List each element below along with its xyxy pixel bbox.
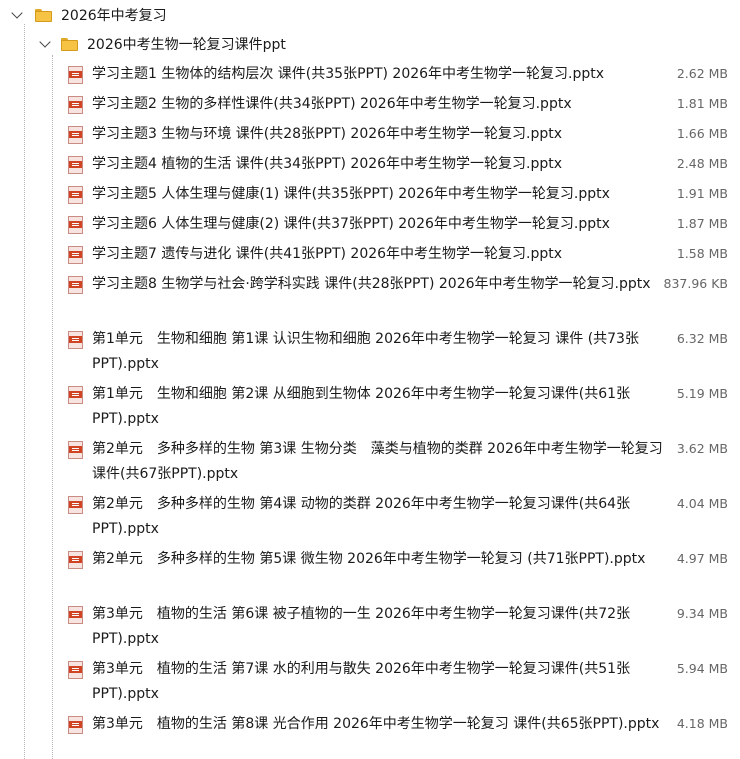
file-size: 5.94 MB bbox=[676, 661, 728, 676]
file-size: 4.04 MB bbox=[676, 496, 728, 511]
pptx-file-icon bbox=[68, 126, 83, 144]
file-name: 学习主题4 植物的生活 课件(共34张PPT) 2026年中考生物学一轮复习.p… bbox=[92, 156, 563, 172]
file-row[interactable]: 第3单元 植物的生活 第6课 被子植物的一生 2026年中考生物学一轮复习课件(… bbox=[0, 602, 740, 654]
root-folder-label: 2026年中考复习 bbox=[61, 8, 167, 24]
file-row[interactable]: 第1单元 生物和细胞 第2课 从细胞到生物体 2026年中考生物学一轮复习课件(… bbox=[0, 382, 740, 434]
file-size: 3.62 MB bbox=[676, 441, 728, 456]
file-name: 第1单元 生物和细胞 第2课 从细胞到生物体 2026年中考生物学一轮复习课件(… bbox=[92, 386, 631, 427]
file-name: 学习主题2 生物的多样性课件(共34张PPT) 2026年中考生物学一轮复习.p… bbox=[92, 96, 572, 112]
pptx-file-icon bbox=[68, 661, 83, 679]
file-row[interactable]: 第2单元 多种多样的生物 第3课 生物分类 藻类与植物的类群 2026年中考生物… bbox=[0, 437, 740, 489]
file-name: 第3单元 植物的生活 第7课 水的利用与散失 2026年中考生物学一轮复习课件(… bbox=[92, 661, 631, 702]
chevron-down-icon[interactable] bbox=[11, 7, 23, 19]
file-name: 第2单元 多种多样的生物 第3课 生物分类 藻类与植物的类群 2026年中考生物… bbox=[92, 441, 663, 482]
pptx-file-icon bbox=[68, 441, 83, 459]
file-size: 4.97 MB bbox=[676, 551, 728, 566]
file-row[interactable]: 第3单元 植物的生活 第7课 水的利用与散失 2026年中考生物学一轮复习课件(… bbox=[0, 657, 740, 709]
file-size: 1.81 MB bbox=[676, 96, 728, 111]
file-row[interactable]: 学习主题7 遗传与进化 课件(共41张PPT) 2026年中考生物学一轮复习.p… bbox=[0, 242, 740, 272]
tree-row-sub-folder[interactable]: 2026中考生物一轮复习课件ppt bbox=[0, 31, 740, 61]
file-name: 第3单元 植物的生活 第8课 光合作用 2026年中考生物学一轮复习 课件(共6… bbox=[92, 716, 660, 732]
file-row[interactable]: 学习主题2 生物的多样性课件(共34张PPT) 2026年中考生物学一轮复习.p… bbox=[0, 92, 740, 122]
file-row[interactable]: 第1单元 生物和细胞 第1课 认识生物和细胞 2026年中考生物学一轮复习 课件… bbox=[0, 327, 740, 379]
pptx-file-icon bbox=[68, 216, 83, 234]
file-name: 学习主题8 生物学与社会·跨学科实践 课件(共28张PPT) 2026年中考生物… bbox=[92, 276, 651, 292]
file-row[interactable]: 学习主题6 人体生理与健康(2) 课件(共37张PPT) 2026年中考生物学一… bbox=[0, 212, 740, 242]
file-size: 6.32 MB bbox=[676, 331, 728, 346]
file-name: 第3单元 植物的生活 第6课 被子植物的一生 2026年中考生物学一轮复习课件(… bbox=[92, 606, 631, 647]
pptx-file-icon bbox=[68, 96, 83, 114]
file-size: 4.18 MB bbox=[676, 716, 728, 731]
file-name: 学习主题7 遗传与进化 课件(共41张PPT) 2026年中考生物学一轮复习.p… bbox=[92, 246, 563, 262]
file-size: 1.66 MB bbox=[676, 126, 728, 141]
file-name: 学习主题5 人体生理与健康(1) 课件(共35张PPT) 2026年中考生物学一… bbox=[92, 186, 610, 202]
pptx-file-icon bbox=[68, 156, 83, 174]
file-row[interactable]: 第2单元 多种多样的生物 第5课 微生物 2026年中考生物学一轮复习 (共71… bbox=[0, 547, 740, 599]
pptx-file-icon bbox=[68, 606, 83, 624]
pptx-file-icon bbox=[68, 246, 83, 264]
folder-icon bbox=[61, 38, 78, 51]
file-name: 第2单元 多种多样的生物 第5课 微生物 2026年中考生物学一轮复习 (共71… bbox=[92, 551, 646, 567]
pptx-file-icon bbox=[68, 551, 83, 569]
file-size: 837.96 KB bbox=[663, 276, 728, 291]
pptx-file-icon bbox=[68, 496, 83, 514]
file-size: 1.58 MB bbox=[676, 246, 728, 261]
file-size: 1.91 MB bbox=[676, 186, 728, 201]
tree-row-root-folder[interactable]: 2026年中考复习 bbox=[0, 2, 740, 32]
file-row[interactable]: 学习主题1 生物体的结构层次 课件(共35张PPT) 2026年中考生物学一轮复… bbox=[0, 62, 740, 92]
pptx-file-icon bbox=[68, 66, 83, 84]
file-tree: 2026年中考复习 2026中考生物一轮复习课件ppt 学习主题1 生物体的结构… bbox=[0, 0, 740, 759]
sub-folder-label: 2026中考生物一轮复习课件ppt bbox=[87, 37, 286, 53]
file-row[interactable]: 学习主题3 生物与环境 课件(共28张PPT) 2026年中考生物学一轮复习.p… bbox=[0, 122, 740, 152]
file-name: 学习主题1 生物体的结构层次 课件(共35张PPT) 2026年中考生物学一轮复… bbox=[92, 66, 605, 82]
pptx-file-icon bbox=[68, 276, 83, 294]
file-size: 5.19 MB bbox=[676, 386, 728, 401]
file-row[interactable]: 学习主题4 植物的生活 课件(共34张PPT) 2026年中考生物学一轮复习.p… bbox=[0, 152, 740, 182]
file-size: 2.48 MB bbox=[676, 156, 728, 171]
chevron-down-icon[interactable] bbox=[39, 36, 51, 48]
folder-icon bbox=[35, 9, 52, 22]
file-row[interactable]: 第3单元 植物的生活 第8课 光合作用 2026年中考生物学一轮复习 课件(共6… bbox=[0, 712, 740, 759]
file-row[interactable]: 学习主题8 生物学与社会·跨学科实践 课件(共28张PPT) 2026年中考生物… bbox=[0, 272, 740, 324]
file-size: 2.62 MB bbox=[676, 66, 728, 81]
file-name: 第2单元 多种多样的生物 第4课 动物的类群 2026年中考生物学一轮复习课件(… bbox=[92, 496, 631, 537]
file-size: 1.87 MB bbox=[676, 216, 728, 231]
file-row[interactable]: 第2单元 多种多样的生物 第4课 动物的类群 2026年中考生物学一轮复习课件(… bbox=[0, 492, 740, 544]
pptx-file-icon bbox=[68, 716, 83, 734]
file-name: 学习主题6 人体生理与健康(2) 课件(共37张PPT) 2026年中考生物学一… bbox=[92, 216, 610, 232]
pptx-file-icon bbox=[68, 386, 83, 404]
pptx-file-icon bbox=[68, 331, 83, 349]
file-name: 第1单元 生物和细胞 第1课 认识生物和细胞 2026年中考生物学一轮复习 课件… bbox=[92, 331, 639, 372]
file-row[interactable]: 学习主题5 人体生理与健康(1) 课件(共35张PPT) 2026年中考生物学一… bbox=[0, 182, 740, 212]
file-name: 学习主题3 生物与环境 课件(共28张PPT) 2026年中考生物学一轮复习.p… bbox=[92, 126, 563, 142]
file-size: 9.34 MB bbox=[676, 606, 728, 621]
pptx-file-icon bbox=[68, 186, 83, 204]
